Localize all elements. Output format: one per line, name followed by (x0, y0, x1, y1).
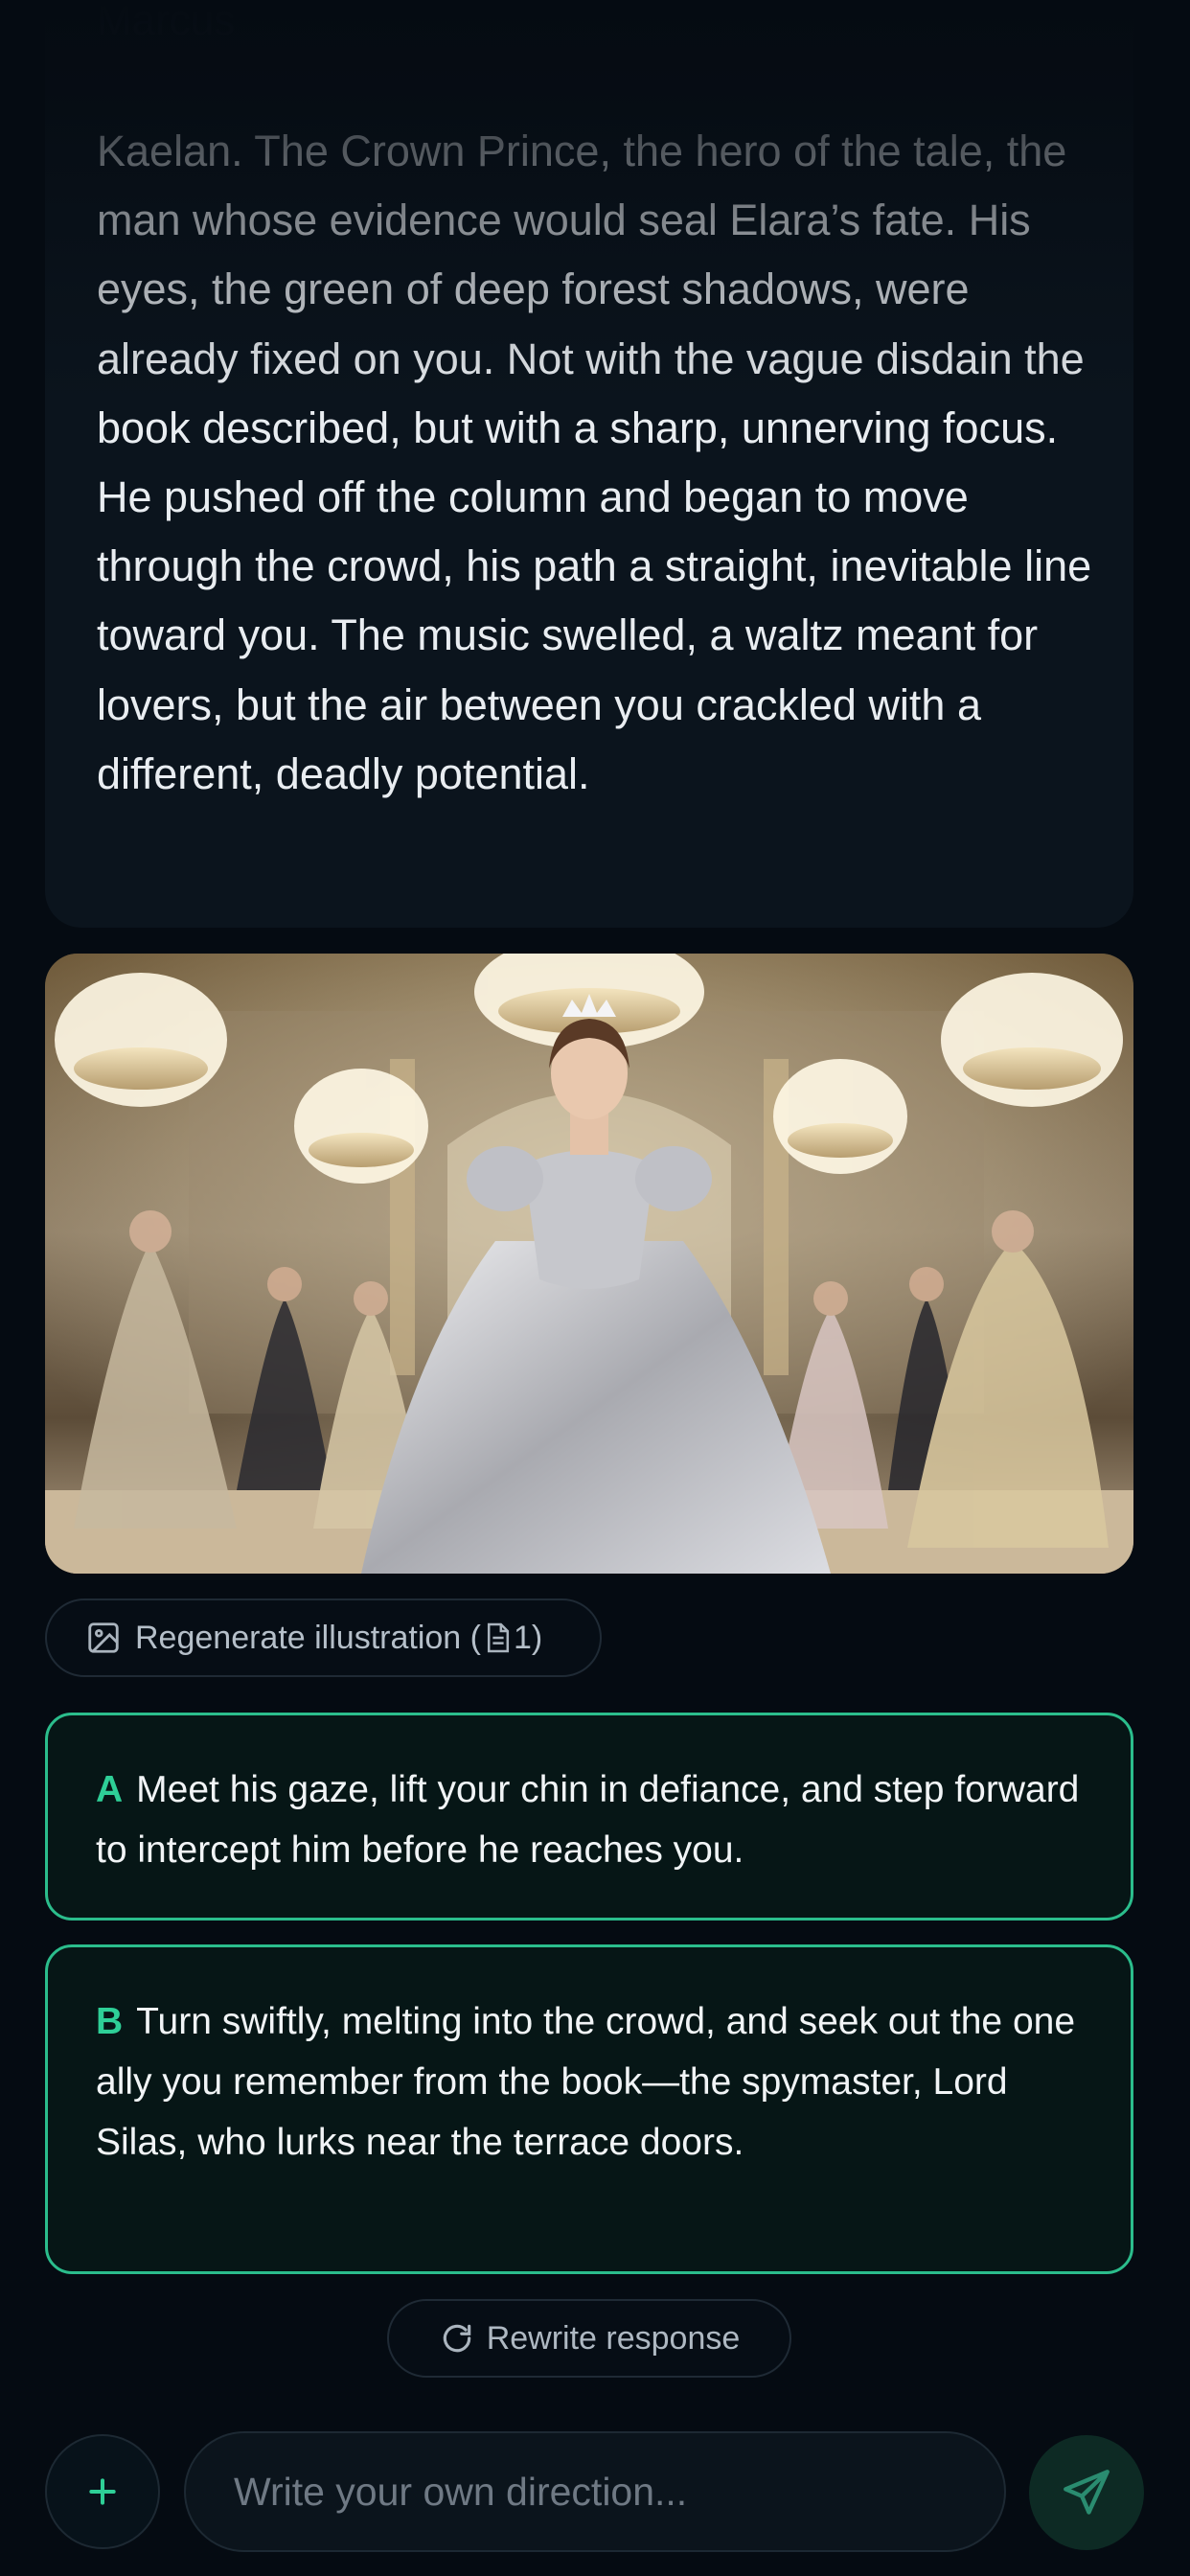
choice-text: Meet his gaze, lift your chin in defianc… (96, 1769, 1080, 1871)
story-screen: Marcus Kaelan. The Crown Prince, the her… (0, 0, 1190, 2576)
regenerate-label: Regenerate illustration ( (135, 1619, 481, 1656)
previous-text-fragment: Marcus (97, 0, 236, 44)
image-icon (88, 1622, 119, 1653)
choice-b-button[interactable]: B Turn swiftly, melting into the crowd, a… (45, 1944, 1133, 2274)
rewrite-response-button[interactable]: Rewrite response (387, 2299, 791, 2378)
rewrite-label: Rewrite response (486, 2319, 741, 2357)
choice-text: Turn swiftly, melting into the crowd, an… (96, 2001, 1076, 2163)
direction-input[interactable] (184, 2431, 1006, 2552)
story-card: Marcus Kaelan. The Crown Prince, the her… (45, 0, 1133, 928)
choice-letter: A (96, 1769, 124, 1810)
regenerate-illustration-button[interactable]: Regenerate illustration ( 1) (45, 1598, 602, 1677)
choice-letter: B (96, 2001, 124, 2042)
document-icon (487, 1622, 510, 1653)
story-text: Kaelan. The Crown Prince, the hero of th… (97, 126, 1092, 798)
send-icon (1064, 2470, 1110, 2515)
regenerate-count: 1) (513, 1619, 543, 1656)
refresh-icon (443, 2324, 470, 2353)
add-button[interactable] (45, 2434, 160, 2549)
plus-icon (89, 2478, 116, 2505)
choice-a-button[interactable]: A Meet his gaze, lift your chin in defian… (45, 1713, 1133, 1920)
send-button[interactable] (1029, 2435, 1144, 2550)
ballroom-illustration (45, 954, 1133, 1574)
story-illustration (45, 954, 1133, 1574)
